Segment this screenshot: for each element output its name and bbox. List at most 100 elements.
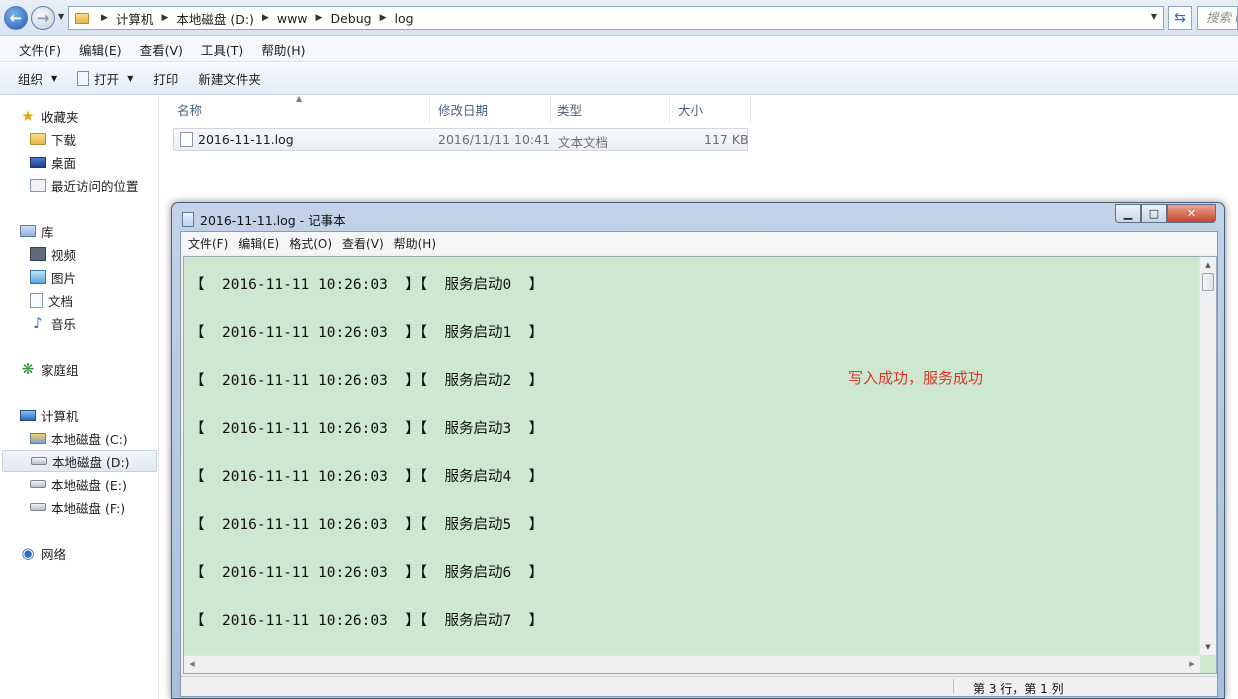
nav-label: 图片 [51, 270, 77, 286]
star-icon: ★ [21, 107, 35, 125]
breadcrumb-drive-d[interactable]: 本地磁盘 (D:) [172, 9, 258, 28]
file-name: 2016-11-11.log [198, 132, 294, 147]
organize-button[interactable]: 组织 ▼ [8, 69, 67, 88]
nav-label: 库 [41, 224, 54, 240]
notepad-titlebar[interactable]: 2016-11-11.log - 记事本 [182, 210, 346, 229]
nav-label: 视频 [51, 247, 77, 263]
np-menu-view[interactable]: 查看(V) [337, 235, 389, 252]
close-icon: ✕ [1186, 207, 1197, 220]
column-header-type[interactable]: 类型 [548, 96, 670, 122]
scroll-left-icon[interactable]: ◀ [184, 656, 200, 673]
text-editor-area[interactable]: 【 2016-11-11 10:26:03 】【 服务启动0 】 【 2016-… [183, 256, 1217, 674]
nav-label: 最近访问的位置 [51, 178, 139, 194]
chevron-right-icon[interactable]: ▶ [376, 13, 391, 23]
forward-button[interactable]: → [31, 6, 55, 30]
nav-label: 本地磁盘 (F:) [51, 500, 126, 516]
chevron-right-icon[interactable]: ▶ [258, 13, 273, 23]
search-input[interactable]: 搜索 log [1197, 6, 1238, 30]
system-drive-icon [30, 432, 46, 444]
close-button[interactable]: ✕ [1167, 204, 1216, 223]
address-bar[interactable]: ▶ 计算机 ▶ 本地磁盘 (D:) ▶ www ▶ Debug ▶ log ▼ [68, 6, 1164, 30]
menu-view[interactable]: 查看(V) [131, 40, 192, 59]
nav-computer[interactable]: 计算机 [20, 404, 79, 426]
nav-homegroup[interactable]: ❋ 家庭组 [20, 358, 79, 380]
text-file-icon [180, 132, 193, 147]
document-icon [30, 292, 43, 308]
nav-drive-f[interactable]: 本地磁盘 (F:) [30, 496, 125, 518]
column-header-modified[interactable]: 修改日期 [429, 96, 551, 122]
nav-drive-e[interactable]: 本地磁盘 (E:) [30, 473, 127, 495]
open-button[interactable]: 打开 ▼ [67, 69, 143, 88]
nav-drive-d[interactable]: 本地磁盘 (D:) [2, 450, 157, 472]
column-header-name[interactable]: 名称 [168, 96, 430, 122]
nav-downloads[interactable]: 下载 [30, 128, 76, 150]
menu-file[interactable]: 文件(F) [10, 40, 70, 59]
nav-recent[interactable]: 最近访问的位置 [30, 174, 139, 196]
nav-music[interactable]: ♪ 音乐 [30, 312, 76, 334]
refresh-button[interactable]: ⇆ [1168, 6, 1192, 30]
notepad-icon [77, 71, 90, 86]
address-dropdown-icon[interactable]: ▼ [1151, 12, 1157, 21]
scroll-down-icon[interactable]: ▼ [1200, 639, 1216, 655]
nav-favorites[interactable]: ★ 收藏夹 [20, 105, 78, 127]
column-header-size[interactable]: 大小 [669, 96, 751, 122]
log-line: 【 2016-11-11 10:26:03 】【 服务启动7 】 [190, 613, 544, 629]
nav-label: 音乐 [51, 316, 77, 332]
cursor-position: 第 3 行，第 1 列 [973, 682, 1064, 696]
address-row: ← → ▼ ▶ 计算机 ▶ 本地磁盘 (D:) ▶ www ▶ Debug ▶ … [0, 0, 1238, 36]
menu-edit[interactable]: 编辑(E) [70, 40, 131, 59]
vertical-scrollbar[interactable]: ▲ ▼ [1199, 257, 1216, 655]
navigation-pane: ★ 收藏夹 下载 桌面 最近访问的位置 库 视频 图片 文档 ♪ 音乐 ❋ 家庭组 计… [0, 96, 159, 699]
minimize-button[interactable]: ▁ [1115, 204, 1141, 223]
scroll-up-icon[interactable]: ▲ [1200, 257, 1216, 273]
folder-icon [75, 12, 89, 24]
chevron-right-icon[interactable]: ▶ [157, 13, 172, 23]
status-bar: 第 3 行，第 1 列 [181, 676, 1217, 696]
computer-icon [20, 409, 36, 421]
breadcrumb-computer[interactable]: 计算机 [112, 9, 158, 28]
picture-icon [30, 270, 46, 284]
horizontal-scrollbar[interactable]: ◀ ▶ [184, 655, 1200, 673]
network-icon: ◉ [21, 544, 35, 562]
np-menu-edit[interactable]: 编辑(E) [233, 235, 284, 252]
chevron-right-icon[interactable]: ▶ [97, 13, 112, 23]
arrow-left-icon: ← [9, 9, 23, 27]
np-menu-help[interactable]: 帮助(H) [389, 235, 441, 252]
nav-label: 桌面 [51, 155, 77, 171]
notepad-menu-bar: 文件(F) 编辑(E) 格式(O) 查看(V) 帮助(H) [181, 232, 1217, 254]
nav-videos[interactable]: 视频 [30, 243, 76, 265]
nav-label: 计算机 [41, 408, 79, 424]
breadcrumb-debug[interactable]: Debug [326, 11, 375, 26]
scroll-right-icon[interactable]: ▶ [1184, 656, 1200, 673]
downloads-folder-icon [30, 133, 46, 145]
organize-label: 组织 [18, 72, 44, 87]
drive-icon [30, 480, 46, 488]
nav-drive-c[interactable]: 本地磁盘 (C:) [30, 427, 128, 449]
nav-network[interactable]: ◉ 网络 [20, 542, 66, 564]
back-button[interactable]: ← [4, 6, 28, 30]
np-menu-format[interactable]: 格式(O) [284, 235, 337, 252]
print-button[interactable]: 打印 [143, 69, 188, 88]
nav-libraries[interactable]: 库 [20, 220, 54, 242]
log-line: 【 2016-11-11 10:26:03 】【 服务启动1 】 [190, 325, 544, 341]
nav-label: 下载 [51, 132, 77, 148]
nav-label: 本地磁盘 (E:) [51, 477, 127, 493]
log-line: 【 2016-11-11 10:26:03 】【 服务启动4 】 [190, 469, 544, 485]
history-dropdown-icon[interactable]: ▼ [58, 12, 64, 21]
open-label: 打开 [94, 72, 120, 87]
nav-documents[interactable]: 文档 [30, 289, 73, 311]
log-line: 【 2016-11-11 10:26:03 】【 服务启动6 】 [190, 565, 544, 581]
chevron-right-icon[interactable]: ▶ [312, 13, 327, 23]
menu-tools[interactable]: 工具(T) [192, 40, 252, 59]
new-folder-button[interactable]: 新建文件夹 [188, 69, 271, 88]
nav-desktop[interactable]: 桌面 [30, 151, 76, 173]
breadcrumb-log[interactable]: log [390, 11, 417, 26]
menu-help[interactable]: 帮助(H) [252, 40, 314, 59]
breadcrumb-www[interactable]: www [273, 11, 312, 26]
nav-pictures[interactable]: 图片 [30, 266, 76, 288]
notepad-window[interactable]: 2016-11-11.log - 记事本 ▁ □ ✕ 文件(F) 编辑(E) 格… [171, 202, 1225, 699]
maximize-button[interactable]: □ [1141, 204, 1167, 223]
scroll-thumb[interactable] [1202, 273, 1214, 291]
file-row[interactable]: 2016-11-11.log 2016/11/11 10:41 文本文档 117… [173, 128, 749, 151]
np-menu-file[interactable]: 文件(F) [183, 235, 233, 252]
